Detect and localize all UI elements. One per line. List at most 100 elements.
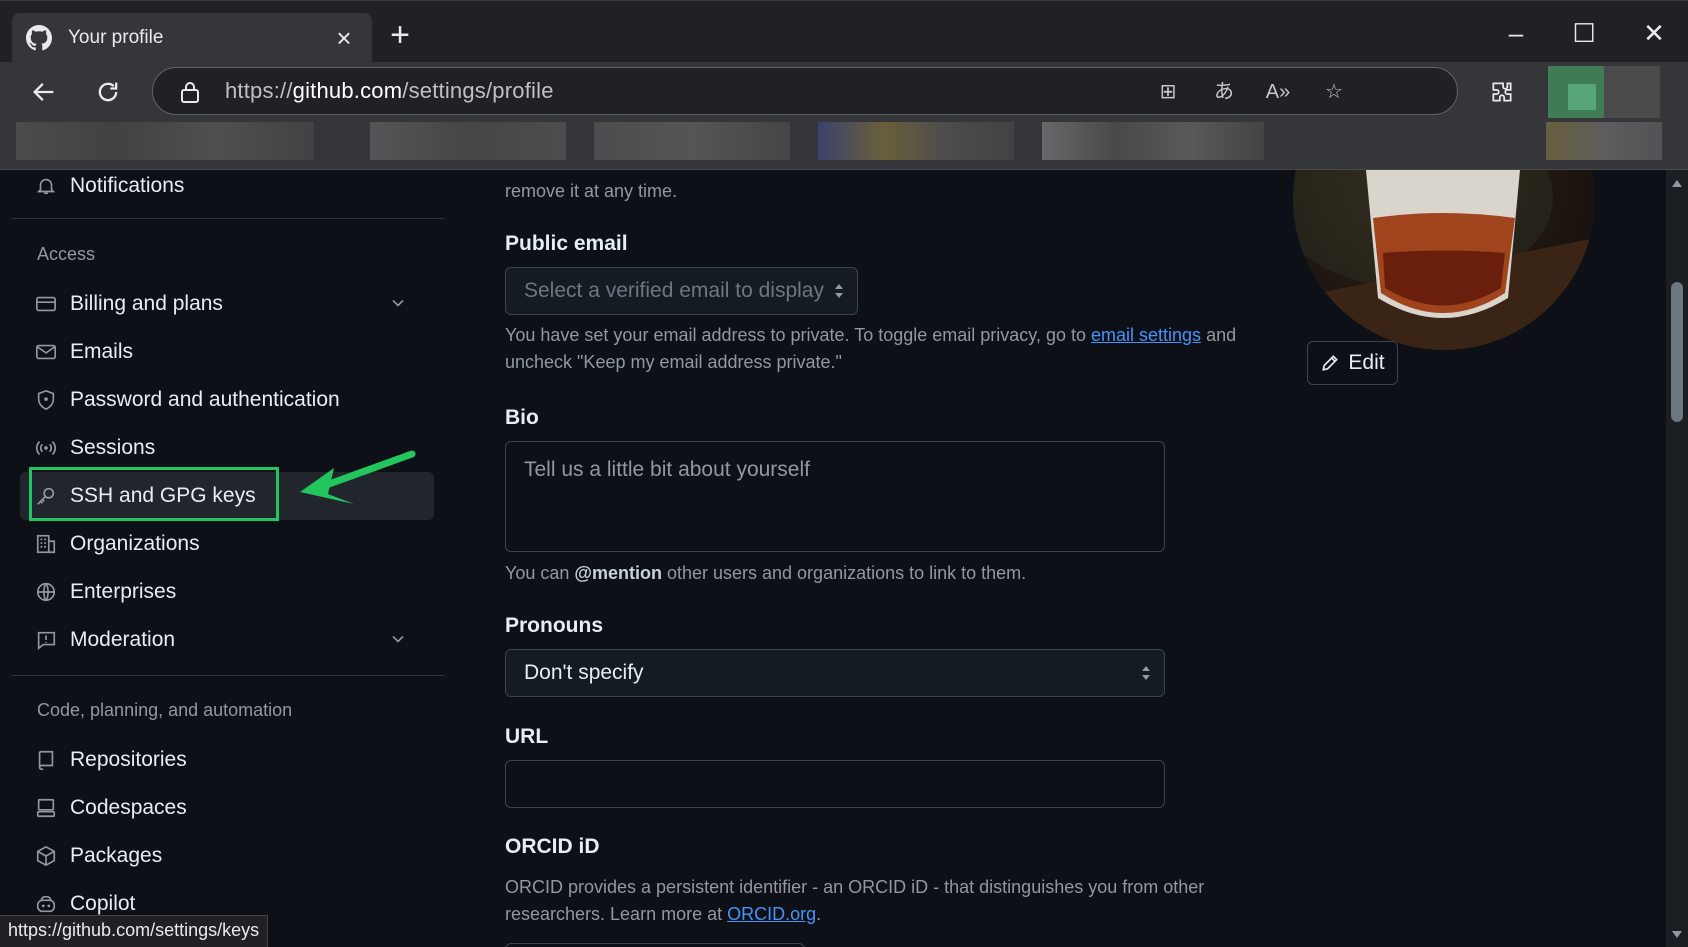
read-aloud-icon[interactable]: A» [1263, 78, 1293, 106]
profile-avatar-image [1293, 170, 1595, 350]
organization-icon [34, 532, 58, 556]
sidebar-item-organizations[interactable]: Organizations [20, 522, 434, 566]
translate-icon[interactable]: あ [1209, 78, 1239, 106]
sidebar-label: Codespaces [70, 796, 187, 819]
url-text[interactable]: https://github.com/settings/profile [225, 78, 554, 104]
select-arrows-icon [835, 284, 843, 298]
bell-icon [34, 174, 58, 198]
url-label: URL [505, 725, 549, 748]
url-path: /settings/profile [402, 78, 554, 103]
browser-tab-bar: Your profile × + – ☐ ✕ [0, 0, 1688, 63]
address-bar[interactable]: https://github.com/settings/profile ⊞ あ … [152, 67, 1458, 115]
bookmark-blurred[interactable] [370, 122, 566, 160]
sidebar-label: Moderation [70, 628, 176, 651]
green-arrow-annotation [300, 450, 416, 504]
reload-button[interactable] [88, 72, 128, 112]
puzzle-icon [1492, 82, 1512, 102]
bio-note-text: You can [505, 563, 575, 583]
mail-icon [34, 340, 58, 364]
sidebar-item-repositories[interactable]: Repositories [20, 738, 434, 782]
sidebar-label: Password and authentication [70, 388, 340, 411]
bio-note-text: other users and organizations to link to… [661, 563, 1027, 583]
codespaces-icon [34, 796, 58, 820]
edit-avatar-button[interactable]: Edit [1307, 341, 1398, 385]
extensions-button[interactable] [1482, 72, 1522, 112]
sidebar-label: Emails [70, 340, 134, 363]
pronouns-select[interactable]: Don't specify [505, 649, 1165, 697]
sidebar-label: Organizations [70, 532, 200, 555]
app-available-icon[interactable]: ⊞ [1153, 78, 1183, 106]
sidebar-item-notifications[interactable]: Notifications [20, 170, 434, 208]
orcid-label: ORCID iD [505, 835, 600, 858]
email-privacy-note: You have set your email address to priva… [505, 322, 1265, 376]
select-arrows-icon [1142, 666, 1150, 680]
bio-placeholder: Tell us a little bit about yourself [524, 458, 810, 481]
sidebar-item-packages[interactable]: Packages [20, 834, 434, 878]
profile-avatar-blurred[interactable] [1548, 66, 1660, 118]
sidebar-item-enterprises[interactable]: Enterprises [20, 570, 434, 614]
orcid-note-text: researchers. Learn more at [505, 904, 728, 924]
shield-lock-icon [34, 388, 58, 412]
report-icon [34, 628, 58, 652]
bookmark-blurred[interactable] [1546, 122, 1662, 160]
minimize-button[interactable]: – [1488, 13, 1544, 53]
url-input[interactable] [505, 760, 1165, 808]
bio-note: You can @mention other users and organiz… [505, 560, 1026, 587]
orcid-note: ORCID provides a persistent identifier -… [505, 874, 1265, 928]
orcid-connect-button[interactable] [505, 943, 805, 947]
chevron-down-icon[interactable] [388, 629, 408, 654]
back-button[interactable] [24, 72, 64, 112]
chevron-down-icon[interactable] [388, 293, 408, 318]
url-prefix: https:// [225, 78, 293, 103]
email-settings-link[interactable]: email settings [1091, 325, 1201, 345]
section-heading-code: Code, planning, and automation [37, 700, 293, 720]
section-heading-access: Access [37, 244, 96, 264]
public-email-placeholder: Select a verified email to display [524, 279, 824, 302]
sidebar-item-moderation[interactable]: Moderation [20, 618, 434, 662]
reload-icon [98, 82, 118, 102]
window-close-button[interactable]: ✕ [1626, 13, 1682, 53]
sidebar-item-emails[interactable]: Emails [20, 330, 434, 374]
copilot-icon [34, 892, 58, 916]
sidebar-divider [12, 218, 444, 219]
sidebar-divider [12, 675, 444, 676]
vertical-scrollbar[interactable] [1666, 170, 1688, 947]
scrollbar-thumb[interactable] [1671, 282, 1683, 422]
maximize-button[interactable]: ☐ [1556, 13, 1612, 53]
sidebar-label: Billing and plans [70, 292, 223, 315]
globe-icon [34, 580, 58, 604]
pencil-icon [1322, 355, 1339, 371]
scroll-down-icon[interactable] [1671, 930, 1683, 940]
orcid-link[interactable]: ORCID.org [727, 904, 816, 924]
email-note-text: and [1201, 325, 1237, 345]
scroll-up-icon[interactable] [1671, 178, 1683, 188]
bookmark-blurred[interactable] [818, 122, 1014, 160]
orcid-note-text: . [816, 904, 822, 924]
highlight-annotation-box [29, 467, 279, 521]
link-status-bar: https://github.com/settings/keys [0, 915, 269, 947]
browser-tab[interactable]: Your profile × [12, 13, 372, 63]
bio-textarea[interactable]: Tell us a little bit about yourself [505, 441, 1165, 552]
page-content: Notifications Access Billing and plans E… [0, 170, 1688, 947]
bio-note-mention: @mention [574, 563, 662, 583]
sidebar-item-billing[interactable]: Billing and plans [20, 282, 434, 326]
public-email-label: Public email [505, 232, 628, 255]
bookmark-blurred[interactable] [16, 122, 314, 160]
url-host: github.com [292, 78, 403, 103]
bookmark-blurred[interactable] [594, 122, 790, 160]
credit-card-icon [34, 292, 58, 316]
bookmark-blurred[interactable] [1042, 122, 1264, 160]
sidebar-item-password[interactable]: Password and authentication [20, 378, 434, 422]
sidebar-item-codespaces[interactable]: Codespaces [20, 786, 434, 830]
bookmarks-bar [0, 122, 1688, 170]
bio-label: Bio [505, 406, 539, 429]
browser-toolbar: https://github.com/settings/profile ⊞ あ … [0, 62, 1688, 122]
lock-icon[interactable] [179, 80, 201, 104]
new-tab-button[interactable]: + [382, 17, 418, 53]
repo-icon [34, 748, 58, 772]
favorite-star-icon[interactable]: ☆ [1319, 78, 1349, 106]
close-tab-icon[interactable]: × [330, 23, 358, 54]
github-icon [26, 25, 52, 51]
pronouns-label: Pronouns [505, 614, 603, 637]
public-email-select[interactable]: Select a verified email to display [505, 267, 858, 315]
